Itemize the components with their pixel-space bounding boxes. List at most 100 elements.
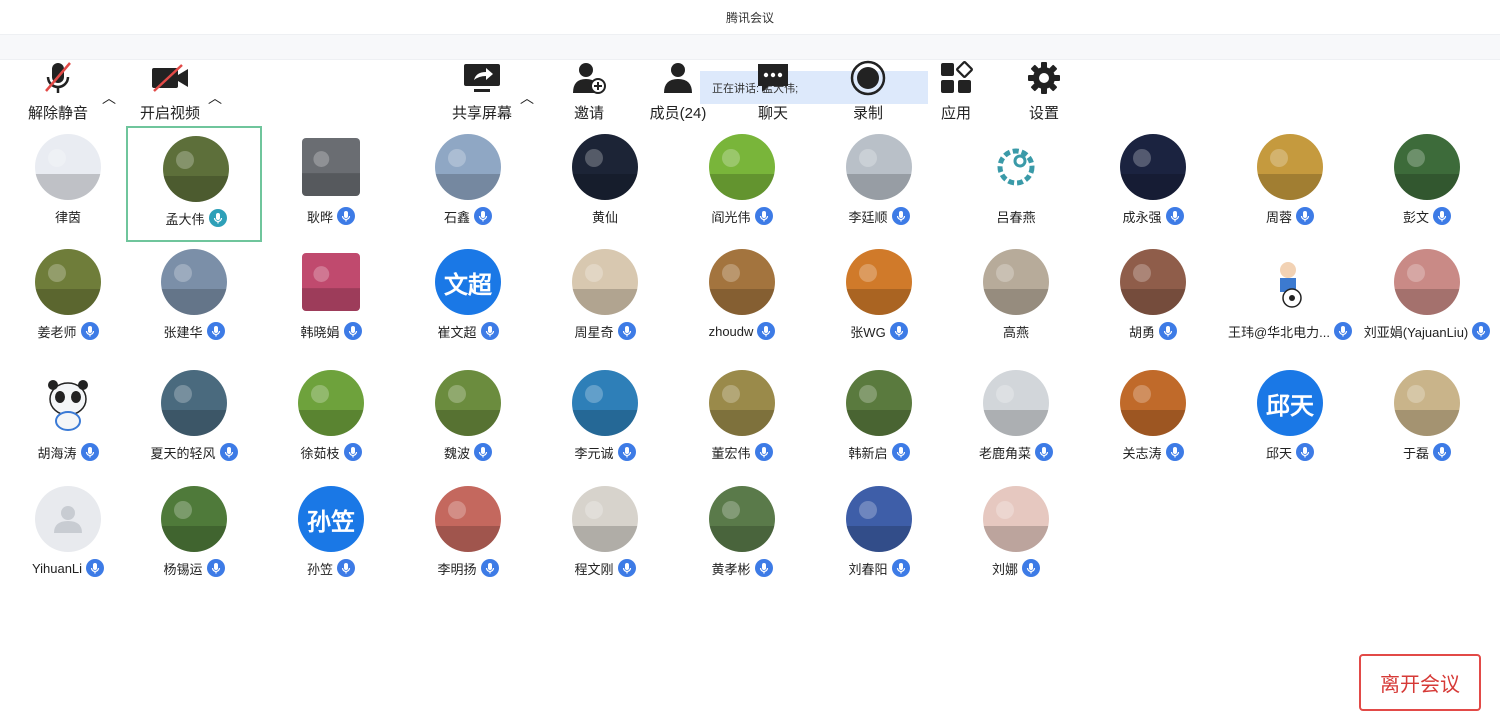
participant-tile[interactable]: 杨锡运 xyxy=(126,478,262,594)
participant-tile[interactable]: 夏天的轻风 xyxy=(126,362,262,478)
video-options-chevron-icon[interactable]: ︿ xyxy=(208,88,222,108)
participant-tile[interactable]: 刘亚娟(YajuanLiu) xyxy=(1359,241,1495,357)
participant-tile[interactable]: 彭文 xyxy=(1359,126,1495,242)
participant-tile[interactable]: 徐茹枝 xyxy=(263,362,399,478)
participant-tile[interactable]: 于磊 xyxy=(1359,362,1495,478)
participant-tile[interactable]: 关志涛 xyxy=(1085,362,1221,478)
share-options-chevron-icon[interactable]: ︿ xyxy=(520,88,534,108)
participant-name-row: 张建华 xyxy=(126,321,262,341)
avatar xyxy=(35,134,101,200)
participant-name: 王玮@华北电力... xyxy=(1227,324,1331,340)
microphone-icon xyxy=(480,559,499,577)
apps-button[interactable]: 应用 xyxy=(911,60,1001,123)
share-screen-button[interactable]: 共享屏幕 xyxy=(437,60,527,123)
participant-tile[interactable]: 董宏伟 xyxy=(674,362,810,478)
participant-tile[interactable]: 石鑫 xyxy=(400,126,536,242)
microphone-icon xyxy=(757,322,776,340)
participant-tile[interactable]: 邱天 邱天 xyxy=(1222,362,1358,478)
participant-tile[interactable]: 阎光伟 xyxy=(674,126,810,242)
participant-tile[interactable]: 李元诚 xyxy=(537,362,673,478)
participant-name: 魏波 xyxy=(443,445,470,461)
settings-button[interactable]: 设置 xyxy=(999,60,1089,123)
avatar xyxy=(1120,370,1186,436)
participant-tile[interactable]: 老鹿角菜 xyxy=(948,362,1084,478)
avatar xyxy=(846,370,912,436)
microphone-icon xyxy=(206,322,225,340)
participant-tile[interactable]: 成永强 xyxy=(1085,126,1221,242)
participant-tile[interactable]: 文超 崔文超 xyxy=(400,241,536,357)
microphone-icon xyxy=(1433,207,1451,225)
participant-tile[interactable]: 黄仙 xyxy=(537,126,673,242)
participant-tile[interactable]: 黄孝彬 xyxy=(674,478,810,594)
participant-tile[interactable]: 程文刚 xyxy=(537,478,673,594)
gear-icon xyxy=(1024,60,1064,96)
participant-name-row: 成永强 xyxy=(1085,206,1221,226)
participant-tile[interactable]: 韩晓娟 xyxy=(263,241,399,357)
avatar xyxy=(1394,249,1460,315)
microphone-icon xyxy=(337,207,355,225)
invite-button[interactable]: 邀请 xyxy=(544,60,634,123)
participant-tile[interactable]: 高燕 xyxy=(948,241,1084,357)
participant-tile[interactable]: 律茵 xyxy=(0,126,136,242)
meeting-info-bar xyxy=(0,34,1500,60)
participant-tile[interactable]: YihuanLi xyxy=(0,478,136,594)
participant-tile[interactable]: 韩新启 xyxy=(811,362,947,478)
microphone-icon xyxy=(1433,443,1451,461)
avatar xyxy=(163,136,229,202)
participant-tile[interactable]: 周星奇 xyxy=(537,241,673,357)
participant-tile[interactable]: 周蓉 xyxy=(1222,126,1358,242)
microphone-icon xyxy=(1334,322,1353,340)
participant-name: 周蓉 xyxy=(1265,209,1292,225)
avatar xyxy=(846,486,912,552)
share-screen-icon xyxy=(462,60,502,96)
participant-name: 胡海涛 xyxy=(37,445,77,461)
participant-tile[interactable]: 吕春燕 xyxy=(948,126,1084,242)
participant-grid: 律茵 孟大伟 耿晔 石鑫 黄仙 阎光伟 李廷顺 吕春燕 成永强 周蓉 彭文姜老师 张建华 韩晓娟 文超 崔文… xyxy=(0,118,1500,590)
participant-name-row: 韩晓娟 xyxy=(263,321,399,341)
camera-off-icon xyxy=(150,60,190,96)
leave-meeting-button[interactable]: 离开会议 xyxy=(1359,654,1481,711)
participant-name: 刘亚娟(YajuanLiu) xyxy=(1363,324,1469,340)
participant-name-row: 胡勇 xyxy=(1085,321,1221,341)
microphone-icon xyxy=(891,443,910,461)
chat-button[interactable]: 聊天 xyxy=(728,60,818,123)
avatar xyxy=(572,134,638,200)
microphone-icon xyxy=(1035,443,1053,461)
participant-tile[interactable]: 李明扬 xyxy=(400,478,536,594)
participant-name-row: 魏波 xyxy=(400,442,536,462)
start-video-button[interactable]: 开启视频 xyxy=(125,60,215,123)
participant-name: 程文刚 xyxy=(574,561,614,577)
audio-options-chevron-icon[interactable]: ︿ xyxy=(102,88,116,108)
participant-name-row: 周蓉 xyxy=(1222,206,1358,226)
participant-tile[interactable]: 耿晔 xyxy=(263,126,399,242)
microphone-icon xyxy=(474,207,492,225)
participant-tile[interactable]: 张建华 xyxy=(126,241,262,357)
participant-tile[interactable]: 孙笠 孙笠 xyxy=(263,478,399,594)
participant-name: 董宏伟 xyxy=(711,445,751,461)
participant-name-row: 刘亚娟(YajuanLiu) xyxy=(1359,321,1495,341)
avatar xyxy=(709,486,775,552)
members-button[interactable]: 成员(24) xyxy=(633,60,723,123)
participant-tile[interactable]: zhoudw xyxy=(674,241,810,357)
record-icon xyxy=(848,60,888,96)
participant-tile[interactable]: 刘娜 xyxy=(948,478,1084,594)
participant-tile[interactable]: 魏波 xyxy=(400,362,536,478)
participant-name-row: 李元诚 xyxy=(537,442,673,462)
participant-tile[interactable]: 孟大伟 xyxy=(126,126,262,242)
participant-name: 关志涛 xyxy=(1122,445,1162,461)
participant-tile[interactable]: 王玮@华北电力... xyxy=(1222,241,1358,357)
participant-tile[interactable]: 李廷顺 xyxy=(811,126,947,242)
participant-tile[interactable]: 胡勇 xyxy=(1085,241,1221,357)
participant-name-row: 夏天的轻风 xyxy=(126,442,262,462)
record-button[interactable]: 录制 xyxy=(823,60,913,123)
participant-name: 孙笠 xyxy=(306,561,333,577)
participant-tile[interactable]: 张WG xyxy=(811,241,947,357)
participant-name-row: 彭文 xyxy=(1359,206,1495,226)
participant-tile[interactable]: 姜老师 xyxy=(0,241,136,357)
participant-name: 周星奇 xyxy=(574,324,614,340)
participant-tile[interactable]: 刘春阳 xyxy=(811,478,947,594)
microphone-icon xyxy=(754,207,773,225)
participant-tile[interactable]: 胡海涛 xyxy=(0,362,136,478)
unmute-button[interactable]: 解除静音 xyxy=(13,60,103,123)
participant-name: 耿晔 xyxy=(306,209,333,225)
